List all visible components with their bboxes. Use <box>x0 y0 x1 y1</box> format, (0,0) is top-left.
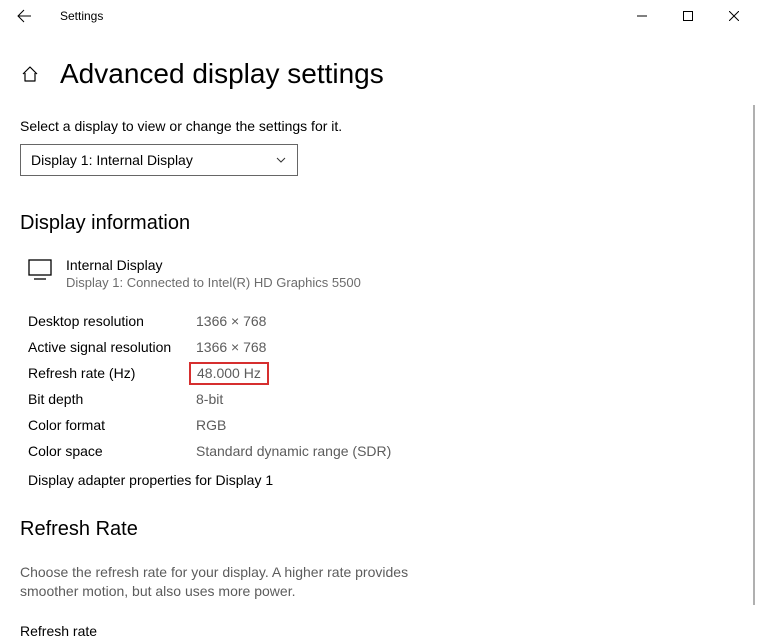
label-desktop-resolution: Desktop resolution <box>28 313 196 329</box>
display-info-heading: Display information <box>20 212 737 235</box>
maximize-button[interactable] <box>665 0 711 32</box>
value-color-format: RGB <box>196 417 226 433</box>
intro-text: Select a display to view or change the s… <box>20 118 737 134</box>
label-refresh-rate: Refresh rate (Hz) <box>28 365 196 381</box>
value-refresh-rate: 48.000 Hz <box>189 362 269 385</box>
table-row: Color format RGB <box>28 412 737 438</box>
scrollbar[interactable] <box>753 105 755 605</box>
display-connection: Display 1: Connected to Intel(R) HD Grap… <box>66 275 361 290</box>
table-row: Desktop resolution 1366 × 768 <box>28 308 737 334</box>
back-button[interactable] <box>8 0 40 32</box>
minimize-button[interactable] <box>619 0 665 32</box>
monitor-icon <box>28 257 52 290</box>
page-title: Advanced display settings <box>60 58 384 90</box>
close-button[interactable] <box>711 0 757 32</box>
close-icon <box>729 11 739 21</box>
home-icon[interactable] <box>20 65 40 83</box>
table-row: Refresh rate (Hz) 48.000 Hz <box>28 360 737 386</box>
minimize-icon <box>637 11 647 21</box>
refresh-rate-heading: Refresh Rate <box>20 518 737 541</box>
label-active-resolution: Active signal resolution <box>28 339 196 355</box>
chevron-down-icon <box>275 154 287 166</box>
arrow-left-icon <box>16 8 32 24</box>
table-row: Active signal resolution 1366 × 768 <box>28 334 737 360</box>
value-active-resolution: 1366 × 768 <box>196 339 266 355</box>
label-color-format: Color format <box>28 417 196 433</box>
display-selector-dropdown[interactable]: Display 1: Internal Display <box>20 144 298 176</box>
table-row: Color space Standard dynamic range (SDR) <box>28 438 737 464</box>
value-desktop-resolution: 1366 × 768 <box>196 313 266 329</box>
maximize-icon <box>683 11 693 21</box>
display-name: Internal Display <box>66 257 361 273</box>
adapter-properties-link[interactable]: Display adapter properties for Display 1 <box>20 472 737 488</box>
window-title: Settings <box>60 9 103 23</box>
value-bit-depth: 8-bit <box>196 391 223 407</box>
value-color-space: Standard dynamic range (SDR) <box>196 443 391 459</box>
label-color-space: Color space <box>28 443 196 459</box>
label-bit-depth: Bit depth <box>28 391 196 407</box>
table-row: Bit depth 8-bit <box>28 386 737 412</box>
refresh-rate-description: Choose the refresh rate for your display… <box>20 563 430 601</box>
dropdown-selected: Display 1: Internal Display <box>31 152 193 168</box>
refresh-rate-label: Refresh rate <box>20 623 737 639</box>
